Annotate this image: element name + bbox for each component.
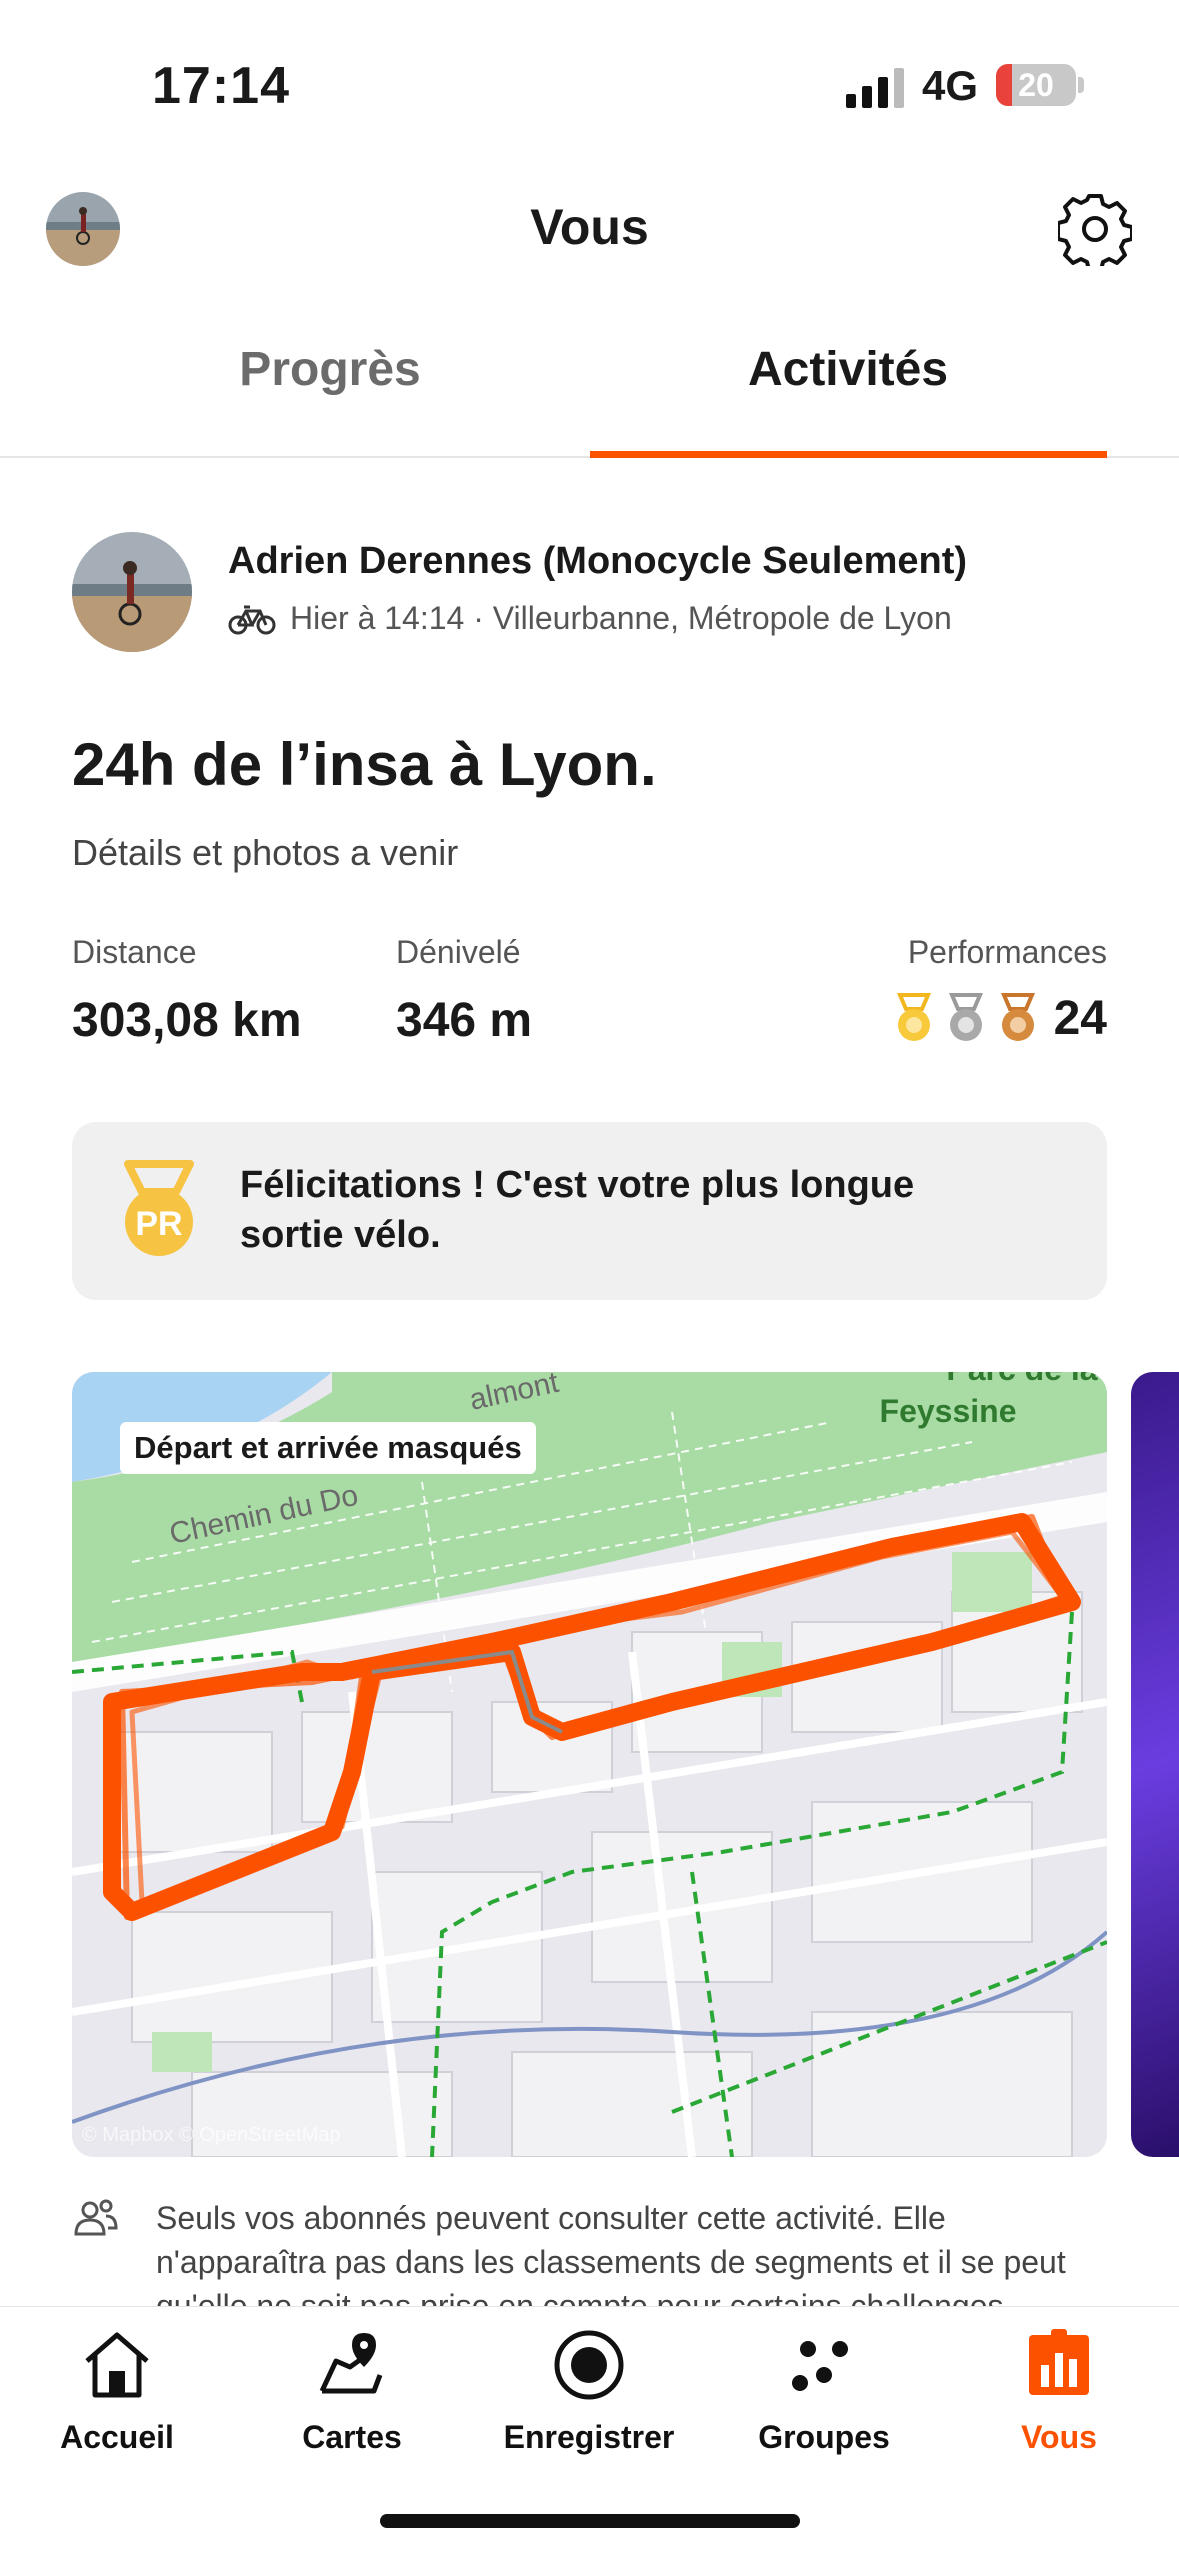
- nav-home[interactable]: Accueil: [17, 2327, 217, 2456]
- nav-groups[interactable]: Groupes: [724, 2327, 924, 2456]
- groups-icon: [792, 2341, 848, 2391]
- status-time: 17:14: [152, 57, 290, 115]
- athlete-avatar[interactable]: [72, 532, 192, 652]
- active-tab-indicator: [590, 451, 1107, 458]
- map-privacy-tag: Départ et arrivée masqués: [120, 1422, 536, 1474]
- battery-tip: [1078, 77, 1084, 93]
- pr-banner[interactable]: PR Félicitations ! C'est votre plus long…: [72, 1122, 1107, 1300]
- stat-elevation-value: 346 m: [396, 994, 533, 1047]
- home-indicator[interactable]: [380, 2514, 800, 2528]
- nav-you[interactable]: Vous: [959, 2327, 1159, 2456]
- nav-maps-label: Cartes: [302, 2419, 402, 2455]
- network-type: 4G: [922, 62, 979, 109]
- activity-meta: Hier à 14:14 · Villeurbanne, Métropole d…: [228, 600, 952, 637]
- nav-record-label: Enregistrer: [503, 2419, 675, 2455]
- activity-description: Détails et photos a venir: [72, 832, 459, 873]
- nav-home-label: Accueil: [60, 2419, 174, 2455]
- status-bar: 17:14 4G 20: [0, 0, 1179, 170]
- gold-medal-icon: [896, 992, 931, 1041]
- activity-date-location: Hier à 14:14 · Villeurbanne, Métropole d…: [290, 600, 952, 636]
- stat-distance-label: Distance: [72, 934, 197, 970]
- bronze-medal-icon: [1000, 992, 1035, 1041]
- battery-icon: 20: [996, 64, 1076, 106]
- signal-icon: [846, 68, 904, 108]
- home-icon: [85, 2332, 149, 2398]
- silver-medal-icon: [948, 992, 983, 1041]
- top-header: Vous: [0, 170, 1179, 290]
- page-title: Vous: [530, 199, 649, 255]
- you-icon: [1029, 2329, 1089, 2395]
- bike-icon: [228, 605, 276, 634]
- stat-distance-value: 303,08 km: [72, 994, 302, 1047]
- nav-record[interactable]: Enregistrer: [489, 2327, 689, 2456]
- record-icon: [554, 2330, 624, 2400]
- tab-progress[interactable]: Progrès: [70, 342, 590, 397]
- map-label-park: Parc de la: [946, 1372, 1097, 1387]
- map-label-park-name: Feyssine: [880, 1393, 1017, 1429]
- map-attribution: © Mapbox © OpenStreetMap: [82, 2124, 341, 2146]
- nav-maps[interactable]: Cartes: [252, 2327, 452, 2456]
- map-icon: [319, 2333, 383, 2394]
- pr-medal-icon: PR: [124, 1160, 194, 1256]
- tab-activities[interactable]: Activités: [588, 342, 1108, 397]
- stat-performances[interactable]: Performances 24: [892, 934, 1107, 1046]
- pr-banner-text: Félicitations ! C'est votre plus longue …: [240, 1164, 915, 1256]
- battery-level: 20: [1018, 66, 1054, 103]
- performances-count: 24: [1053, 992, 1107, 1045]
- stat-elevation-label: Dénivelé: [396, 934, 521, 970]
- medals-row: 24: [892, 991, 1107, 1046]
- map-canvas: Chemin du Do almont Parc de la Feyssine: [72, 1372, 1107, 2157]
- nav-groups-label: Groupes: [758, 2419, 890, 2455]
- pr-badge-text: PR: [135, 1205, 182, 1243]
- activity-photo-preview[interactable]: [1131, 1372, 1179, 2157]
- nav-you-label: Vous: [1021, 2419, 1097, 2455]
- activity-title[interactable]: 24h de l’insa à Lyon.: [72, 730, 657, 799]
- settings-gear-icon[interactable]: [1058, 192, 1132, 266]
- athlete-name[interactable]: Adrien Derennes (Monocycle Seulement): [228, 540, 967, 583]
- stat-elevation: Dénivelé 346 m: [396, 934, 532, 1048]
- activity-map[interactable]: Chemin du Do almont Parc de la Feyssine …: [72, 1372, 1107, 2157]
- followers-icon: [74, 2199, 118, 2236]
- stat-performances-label: Performances: [907, 934, 1107, 970]
- stat-distance: Distance 303,08 km: [72, 934, 302, 1048]
- tab-bar: Progrès Activités: [0, 300, 1179, 458]
